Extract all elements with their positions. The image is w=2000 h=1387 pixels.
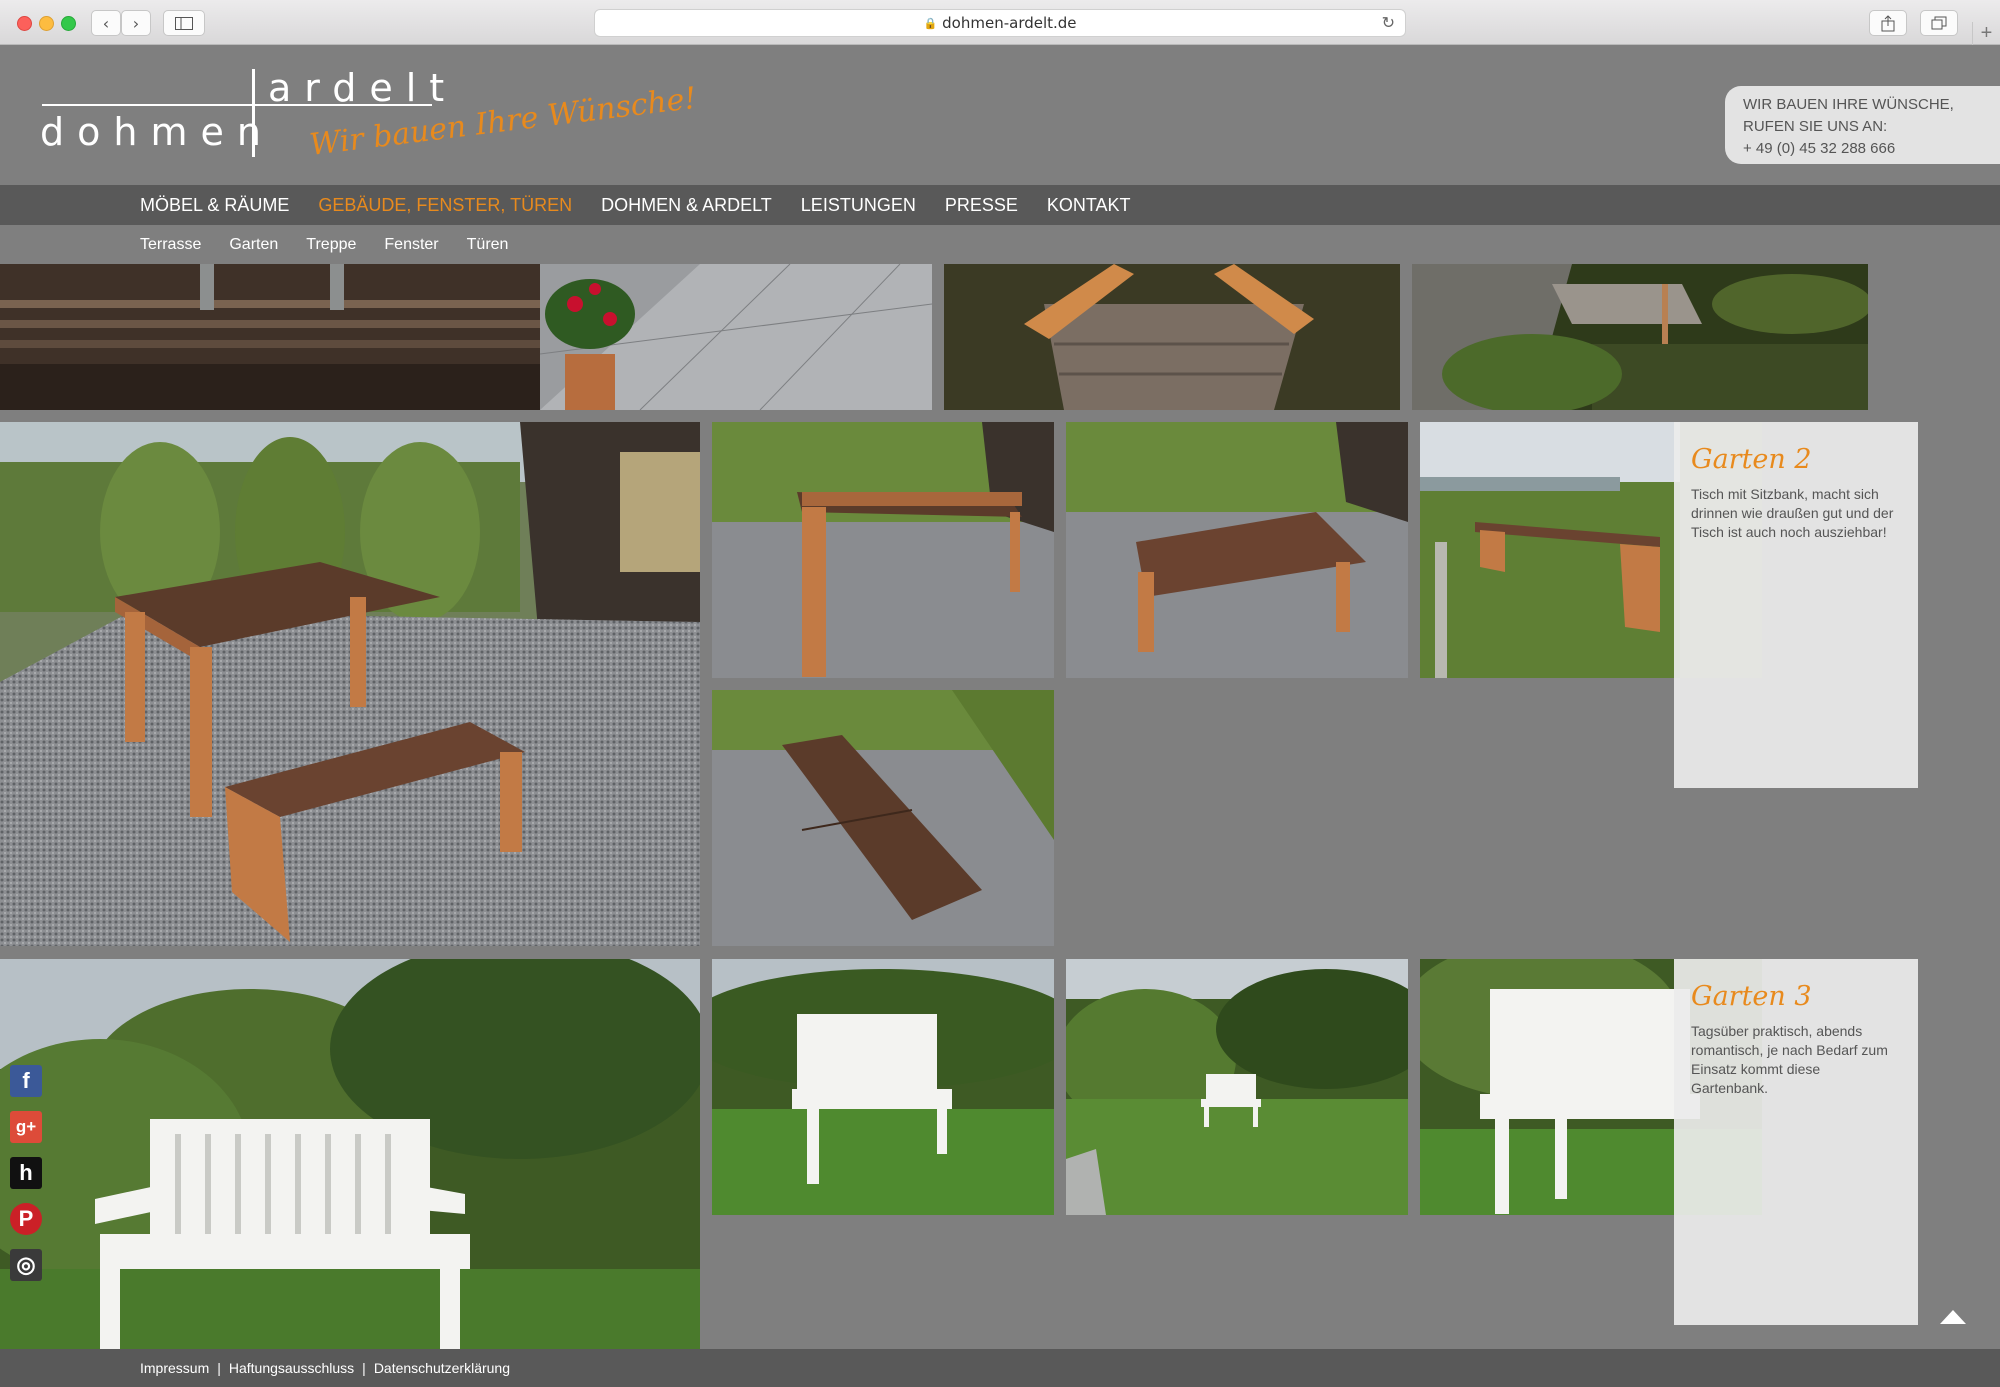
footer-link-impressum[interactable]: Impressum: [140, 1360, 209, 1376]
subnav-item-garten[interactable]: Garten: [229, 236, 278, 254]
photo-white-bench-large[interactable]: [0, 959, 700, 1349]
photo-extended-table[interactable]: [712, 690, 1054, 946]
logo-word-dohmen: dohmen: [40, 110, 274, 154]
subnav-item-terrasse[interactable]: Terrasse: [140, 236, 201, 254]
instagram-icon[interactable]: ◎: [10, 1249, 42, 1281]
logo-word-ardelt: ardelt: [268, 66, 458, 110]
photo-pond-jetty[interactable]: [1412, 264, 1868, 410]
lock-icon: 🔒: [923, 16, 938, 30]
new-tab-button[interactable]: +: [1972, 22, 2000, 45]
address-bar[interactable]: 🔒 dohmen-ardelt.de ↻: [594, 9, 1406, 37]
facebook-icon[interactable]: f: [10, 1065, 42, 1097]
photo-table-top[interactable]: [1066, 422, 1408, 678]
footer-separator: |: [362, 1360, 366, 1376]
footer-link-datenschutz[interactable]: Datenschutzerklärung: [374, 1360, 510, 1376]
sidebar-icon: [175, 16, 193, 30]
site-logo[interactable]: ardelt dohmen Wir bauen Ihre Wünsche!: [40, 66, 698, 176]
sub-navigation: Terrasse Garten Treppe Fenster Türen: [0, 226, 2000, 263]
close-window-button[interactable]: [17, 16, 32, 31]
address-url: dohmen-ardelt.de: [942, 14, 1077, 32]
pinterest-icon[interactable]: P: [10, 1203, 42, 1235]
forward-button[interactable]: ›: [121, 10, 151, 36]
nav-item-dohmen-ardelt[interactable]: DOHMEN & ARDELT: [601, 195, 772, 216]
chevron-right-icon: ›: [132, 13, 140, 33]
photo-terrace-deck[interactable]: [0, 264, 932, 410]
tabs-overview-button[interactable]: [1920, 10, 1958, 36]
browser-toolbar: ‹ › 🔒 dohmen-ardelt.de ↻ +: [0, 0, 2000, 45]
share-button[interactable]: [1869, 10, 1907, 36]
photo-jetty-top[interactable]: [944, 264, 1400, 410]
contact-line-2: RUFEN SIE UNS AN:: [1743, 118, 1888, 135]
gallery-title-garten-3: Garten 3: [1691, 981, 1812, 1012]
chevron-left-icon: ‹: [102, 13, 110, 33]
nav-item-kontakt[interactable]: KONTAKT: [1047, 195, 1131, 216]
contact-badge: WIR BAUEN IHRE WÜNSCHE, RUFEN SIE UNS AN…: [1725, 86, 2000, 164]
scroll-to-top-icon[interactable]: [1940, 1310, 1966, 1324]
share-icon: [1881, 14, 1895, 31]
info-box-garten-2: Garten 2 Tisch mit Sitzbank, macht sich …: [1674, 422, 1918, 788]
subnav-item-fenster[interactable]: Fenster: [384, 236, 438, 254]
plus-icon: +: [1980, 22, 1993, 44]
zoom-window-button[interactable]: [61, 16, 76, 31]
houzz-icon[interactable]: h: [10, 1157, 42, 1189]
google-plus-icon[interactable]: g+: [10, 1111, 42, 1143]
social-sidebar: f g+ h P ◎: [10, 1065, 44, 1295]
nav-item-presse[interactable]: PRESSE: [945, 195, 1018, 216]
photo-white-bench-distant[interactable]: [1066, 959, 1408, 1215]
sidebar-toggle-button[interactable]: [163, 10, 205, 36]
gallery-text-garten-3: Tagsüber praktisch, abends romantisch, j…: [1691, 1023, 1888, 1096]
photo-table-side[interactable]: [712, 422, 1054, 678]
nav-item-gebaeude-fenster-tueren[interactable]: GEBÄUDE, FENSTER, TÜREN: [318, 195, 572, 216]
nav-item-moebel-raeume[interactable]: MÖBEL & RÄUME: [140, 195, 289, 216]
footer-separator: |: [217, 1360, 221, 1376]
subnav-item-treppe[interactable]: Treppe: [306, 236, 356, 254]
reload-icon[interactable]: ↻: [1382, 13, 1395, 32]
tabs-icon: [1931, 16, 1947, 30]
main-navigation: MÖBEL & RÄUME GEBÄUDE, FENSTER, TÜREN DO…: [0, 185, 2000, 225]
subnav-item-tueren[interactable]: Türen: [467, 236, 509, 254]
footer-link-haftungsausschluss[interactable]: Haftungsausschluss: [229, 1360, 354, 1376]
photo-white-bench-side[interactable]: [712, 959, 1054, 1215]
info-box-garten-3: Garten 3 Tagsüber praktisch, abends roma…: [1674, 959, 1918, 1325]
gallery-text-garten-2: Tisch mit Sitzbank, macht sich drinnen w…: [1691, 486, 1894, 540]
minimize-window-button[interactable]: [39, 16, 54, 31]
contact-phone[interactable]: + 49 (0) 45 32 288 666: [1743, 138, 2000, 160]
photo-table-bench-large[interactable]: [0, 422, 700, 946]
footer: Impressum | Haftungsausschluss | Datensc…: [0, 1349, 2000, 1387]
nav-item-leistungen[interactable]: LEISTUNGEN: [801, 195, 916, 216]
back-button[interactable]: ‹: [91, 10, 121, 36]
gallery-title-garten-2: Garten 2: [1691, 444, 1812, 475]
contact-line-1: WIR BAUEN IHRE WÜNSCHE,: [1743, 96, 1954, 113]
